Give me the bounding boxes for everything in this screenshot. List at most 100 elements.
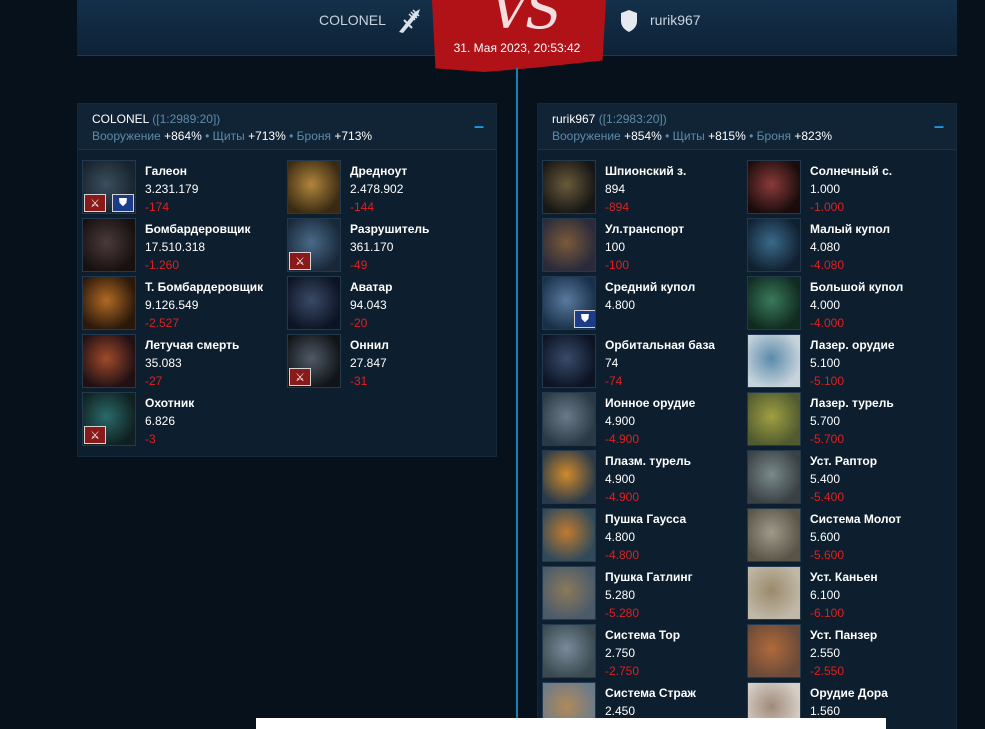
defender-weapons: +854% xyxy=(624,129,662,143)
unit-count: 3.231.179 xyxy=(145,182,199,196)
unit-count: 27.847 xyxy=(350,356,387,370)
unit-card[interactable]: Уст. Панзер 2.550 -2.550 xyxy=(747,624,952,678)
unit-card[interactable]: Солнечный с. 1.000 -1.000 xyxy=(747,160,952,214)
unit-image xyxy=(747,392,801,446)
unit-image xyxy=(747,160,801,214)
defender-coords[interactable]: ([1:2983:20]) xyxy=(599,112,667,126)
unit-name: Система Тор xyxy=(605,628,681,642)
unit-image xyxy=(542,508,596,562)
unit-card[interactable]: Ионное орудие 4.900 -4.900 xyxy=(542,392,747,446)
unit-count: 35.083 xyxy=(145,356,182,370)
defender-tech-bonuses: Вооружение +854% • Щиты +815% • Броня +8… xyxy=(552,129,833,143)
unit-count: 4.080 xyxy=(810,240,841,254)
unit-loss: -4.080 xyxy=(810,258,845,272)
unit-loss: -1.000 xyxy=(810,200,845,214)
unit-image xyxy=(82,276,136,330)
unit-image: ⚔ ⛊ xyxy=(82,160,136,214)
collapse-button[interactable]: – xyxy=(934,116,944,137)
unit-card[interactable]: Шпионский з. 894 -894 xyxy=(542,160,747,214)
unit-count: 5.280 xyxy=(605,588,636,602)
unit-loss: -2.550 xyxy=(810,664,845,678)
unit-count: 2.450 xyxy=(605,704,636,718)
unit-loss: -174 xyxy=(145,200,170,214)
attacker-coords[interactable]: ([1:2989:20]) xyxy=(152,112,220,126)
unit-card[interactable]: ⚔ ⛊ Галеон 3.231.179 -174 xyxy=(82,160,287,214)
unit-loss: -144 xyxy=(350,200,375,214)
unit-loss: -31 xyxy=(350,374,368,388)
unit-name: Разрушитель xyxy=(350,222,430,236)
unit-count: 74 xyxy=(605,356,619,370)
unit-loss: -1.260 xyxy=(145,258,180,272)
unit-name: Уст. Каньен xyxy=(810,570,878,584)
unit-loss: -74 xyxy=(605,374,623,388)
unit-name: Шпионский з. xyxy=(605,164,687,178)
unit-loss: -4.800 xyxy=(605,548,640,562)
unit-card[interactable]: Уст. Каньен 6.100 -6.100 xyxy=(747,566,952,620)
unit-card[interactable]: ⚔ Разрушитель 361.170 -49 xyxy=(287,218,492,272)
unit-card[interactable]: Система Тор 2.750 -2.750 xyxy=(542,624,747,678)
unit-image xyxy=(747,334,801,388)
unit-loss: -6.100 xyxy=(810,606,845,620)
unit-loss: -5.400 xyxy=(810,490,845,504)
unit-name: Малый купол xyxy=(810,222,890,236)
unit-count: 4.000 xyxy=(810,298,841,312)
unit-name: Средний купол xyxy=(605,280,696,294)
unit-count: 9.126.549 xyxy=(145,298,199,312)
unit-card[interactable]: Летучая смерть 35.083 -27 xyxy=(82,334,287,388)
unit-card[interactable]: Уст. Раптор 5.400 -5.400 xyxy=(747,450,952,504)
unit-count: 894 xyxy=(605,182,626,196)
unit-image xyxy=(542,624,596,678)
unit-name: Плазм. турель xyxy=(605,454,691,468)
attack-bonus-icon: ⚔ xyxy=(289,252,311,270)
attacker-name[interactable]: COLONEL xyxy=(319,12,386,28)
defender-panel-header[interactable]: rurik967 ([1:2983:20]) Вооружение +854% … xyxy=(538,104,956,150)
unit-image xyxy=(747,566,801,620)
unit-card[interactable]: Пушка Гаусса 4.800 -4.800 xyxy=(542,508,747,562)
collapse-button[interactable]: – xyxy=(474,116,484,137)
unit-loss: -2.527 xyxy=(145,316,180,330)
unit-name: Т. Бомбардеровщик xyxy=(145,280,264,294)
unit-card[interactable]: Аватар 94.043 -20 xyxy=(287,276,492,330)
defender-shields: +815% xyxy=(708,129,746,143)
unit-count: 94.043 xyxy=(350,298,387,312)
unit-card[interactable]: Т. Бомбардеровщик 9.126.549 -2.527 xyxy=(82,276,287,330)
unit-count: 6.100 xyxy=(810,588,841,602)
attacker-panel: COLONEL ([1:2989:20]) Вооружение +864% •… xyxy=(77,103,497,457)
unit-name: Оннил xyxy=(350,338,389,352)
attacker-player-name: COLONEL xyxy=(92,112,149,126)
defender-name[interactable]: rurik967 xyxy=(650,12,701,28)
unit-card[interactable]: Система Молот 5.600 -5.600 xyxy=(747,508,952,562)
unit-card[interactable]: Лазер. орудие 5.100 -5.100 xyxy=(747,334,952,388)
unit-card[interactable]: Пушка Гатлинг 5.280 -5.280 xyxy=(542,566,747,620)
unit-card[interactable]: ⛊ Средний купол 4.800 xyxy=(542,276,747,330)
unit-count: 4.900 xyxy=(605,414,636,428)
unit-name: Охотник xyxy=(145,396,195,410)
unit-card[interactable]: ⚔ Оннил 27.847 -31 xyxy=(287,334,492,388)
unit-count: 6.826 xyxy=(145,414,176,428)
unit-card[interactable]: Большой купол 4.000 -4.000 xyxy=(747,276,952,330)
unit-count: 2.478.902 xyxy=(350,182,404,196)
attacker-shields: +713% xyxy=(248,129,286,143)
unit-name: Аватар xyxy=(350,280,393,294)
unit-card[interactable]: Малый купол 4.080 -4.080 xyxy=(747,218,952,272)
unit-count: 5.100 xyxy=(810,356,841,370)
unit-card[interactable]: ⚔ Охотник 6.826 -3 xyxy=(82,392,287,446)
unit-card[interactable]: Плазм. турель 4.900 -4.900 xyxy=(542,450,747,504)
unit-image xyxy=(542,160,596,214)
unit-name: Бомбардеровщик xyxy=(145,222,251,236)
unit-image xyxy=(287,160,341,214)
unit-card[interactable]: Ул.транспорт 100 -100 xyxy=(542,218,747,272)
unit-loss: -3 xyxy=(145,432,156,446)
unit-card[interactable]: Лазер. турель 5.700 -5.700 xyxy=(747,392,952,446)
unit-name: Система Молот xyxy=(810,512,902,526)
unit-card[interactable]: Дредноут 2.478.902 -144 xyxy=(287,160,492,214)
unit-card[interactable]: Орбитальная база 74 -74 xyxy=(542,334,747,388)
unit-count: 5.600 xyxy=(810,530,841,544)
attacker-panel-header[interactable]: COLONEL ([1:2989:20]) Вооружение +864% •… xyxy=(78,104,496,150)
unit-loss: -5.600 xyxy=(810,548,845,562)
unit-count: 100 xyxy=(605,240,626,254)
unit-loss: -20 xyxy=(350,316,368,330)
unit-loss: -5.100 xyxy=(810,374,845,388)
unit-name: Лазер. турель xyxy=(810,396,894,410)
unit-card[interactable]: Бомбардеровщик 17.510.318 -1.260 xyxy=(82,218,287,272)
